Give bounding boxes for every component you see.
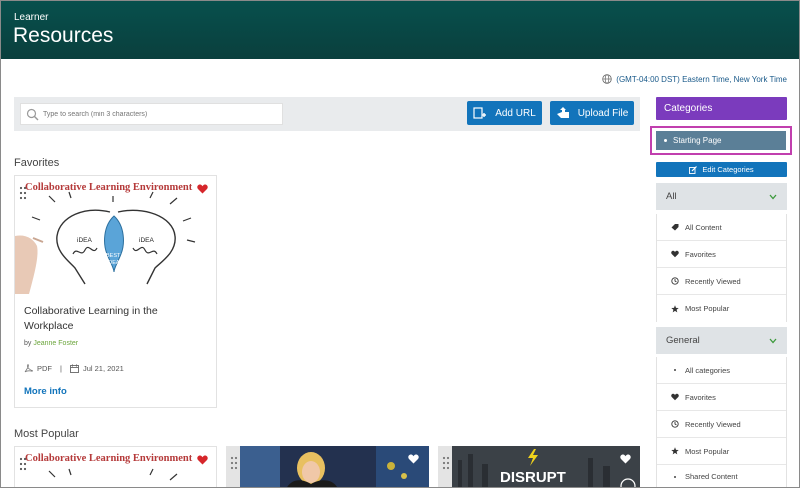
globe-icon bbox=[602, 74, 612, 84]
card-thumbnail[interactable]: Collaborative Learning Environment bbox=[15, 447, 217, 488]
bulb-left-label: iDEA bbox=[77, 237, 92, 244]
group-all-header[interactable]: All bbox=[656, 183, 787, 210]
resource-card[interactable]: Collaborative Learning Environment iDEA bbox=[14, 175, 217, 408]
group-general-header[interactable]: General bbox=[656, 327, 787, 354]
timezone-label: (GMT-04:00 DST) Eastern Time, New York T… bbox=[616, 74, 787, 84]
sidebar-item-favorites[interactable]: Favorites bbox=[657, 241, 786, 268]
drag-handle-icon[interactable] bbox=[19, 186, 27, 200]
search-box[interactable] bbox=[20, 103, 283, 125]
sidebar-item-all-categories[interactable]: All categories bbox=[657, 357, 786, 384]
starting-page-label: Starting Page bbox=[673, 136, 722, 145]
drag-handle-icon[interactable] bbox=[230, 456, 238, 470]
edit-categories-label: Edit Categories bbox=[702, 165, 754, 174]
history-icon bbox=[671, 420, 679, 428]
author-link[interactable]: Jeanne Foster bbox=[33, 340, 78, 347]
add-url-button[interactable]: Add URL bbox=[467, 101, 542, 125]
page-title: Resources bbox=[13, 24, 114, 47]
group-general-label: General bbox=[666, 335, 700, 346]
bullet-icon bbox=[664, 139, 667, 142]
sidebar-item-most-popular[interactable]: Most Popular bbox=[657, 438, 786, 465]
sidebar-item-label: Favorites bbox=[685, 249, 716, 259]
sidebar-item-label: Most Popular bbox=[685, 304, 730, 313]
card-thumbnail[interactable] bbox=[226, 446, 429, 488]
app-window: Learner Resources (GMT-04:00 DST) Easter… bbox=[0, 0, 800, 488]
pdf-icon bbox=[24, 364, 33, 373]
starting-page-item[interactable]: Starting Page bbox=[656, 131, 786, 150]
resource-card[interactable]: DISRUPT bbox=[438, 446, 640, 488]
sidebar-item-label: Favorites bbox=[685, 392, 716, 402]
bulb-right-label: iDEA bbox=[139, 237, 154, 244]
chevron-down-icon bbox=[769, 338, 777, 343]
add-url-label: Add URL bbox=[495, 107, 536, 119]
thumb-caption: DISRUPT bbox=[500, 469, 566, 486]
drag-handle-icon[interactable] bbox=[19, 457, 27, 471]
more-info-link[interactable]: More info bbox=[24, 386, 67, 397]
sidebar-item-all-content[interactable]: All Content bbox=[657, 214, 786, 241]
sidebar-item-label: All categories bbox=[685, 365, 731, 375]
sidebar-item-label: All Content bbox=[685, 222, 722, 232]
upload-icon bbox=[556, 107, 569, 118]
chevron-down-icon bbox=[769, 194, 777, 199]
timezone-selector[interactable]: (GMT-04:00 DST) Eastern Time, New York T… bbox=[602, 74, 787, 84]
history-icon bbox=[671, 277, 679, 285]
dot-icon bbox=[674, 475, 676, 478]
search-input[interactable] bbox=[43, 110, 263, 118]
sidebar-item-recently-viewed[interactable]: Recently Viewed bbox=[657, 268, 786, 295]
group-all-label: All bbox=[666, 191, 677, 202]
sidebar-item-label: Recently Viewed bbox=[685, 276, 741, 286]
heart-icon bbox=[671, 250, 679, 258]
favorite-heart-icon[interactable] bbox=[197, 184, 208, 194]
sidebar-item-label: Shared Content bbox=[685, 472, 738, 481]
starting-page-highlight: Starting Page bbox=[650, 126, 792, 155]
sidebar-item-favorites[interactable]: Favorites bbox=[657, 384, 786, 411]
star-icon bbox=[671, 447, 679, 455]
card-thumbnail[interactable]: Collaborative Learning Environment iDEA bbox=[15, 176, 216, 294]
calendar-icon bbox=[70, 364, 79, 373]
card-thumbnail[interactable]: DISRUPT bbox=[438, 446, 640, 488]
bulb-center-label-2: iDEA bbox=[107, 260, 120, 266]
idea-bulbs-image: Collaborative Learning Environment iDEA bbox=[15, 176, 216, 294]
bulb-center-label-1: BEST bbox=[106, 253, 121, 259]
edit-categories-button[interactable]: Edit Categories bbox=[656, 162, 787, 177]
author-prefix: by bbox=[24, 340, 32, 347]
card-author-line: by Jeanne Foster bbox=[24, 340, 78, 347]
search-icon bbox=[26, 108, 39, 120]
favorite-heart-icon[interactable] bbox=[197, 455, 208, 465]
sidebar-item-label: Recently Viewed bbox=[685, 419, 741, 429]
favorite-heart-icon[interactable] bbox=[408, 454, 419, 464]
resource-card[interactable]: Collaborative Learning Environment bbox=[14, 446, 217, 488]
upload-file-label: Upload File bbox=[577, 107, 629, 119]
card-title[interactable]: Collaborative Learning in the Workplace bbox=[24, 304, 204, 334]
dot-icon bbox=[674, 369, 676, 371]
header-subtitle: Learner bbox=[14, 12, 49, 23]
heart-icon bbox=[671, 393, 679, 401]
meta-separator: | bbox=[60, 364, 62, 373]
sidebar-item-most-popular[interactable]: Most Popular bbox=[657, 295, 786, 322]
thumb-caption: Collaborative Learning Environment bbox=[25, 182, 193, 193]
star-icon bbox=[671, 304, 679, 312]
thumb-caption: Collaborative Learning Environment bbox=[25, 453, 193, 464]
file-type: PDF bbox=[37, 364, 52, 373]
most-popular-heading: Most Popular bbox=[14, 428, 79, 440]
sidebar-item-shared-content[interactable]: Shared Content bbox=[657, 465, 786, 487]
drag-handle-icon[interactable] bbox=[442, 456, 450, 470]
card-meta: PDF | Jul 21, 2021 bbox=[24, 364, 124, 373]
favorites-heading: Favorites bbox=[14, 157, 60, 169]
search-toolbar: Add URL Upload File bbox=[14, 97, 640, 131]
tag-icon bbox=[671, 224, 679, 231]
sidebar-item-label: Most Popular bbox=[685, 446, 730, 456]
resource-card[interactable] bbox=[226, 446, 429, 488]
sidebar-item-recently-viewed[interactable]: Recently Viewed bbox=[657, 411, 786, 438]
categories-header: Categories bbox=[656, 97, 787, 120]
add-link-icon bbox=[473, 107, 487, 119]
favorite-heart-icon[interactable] bbox=[620, 454, 631, 464]
card-date: Jul 21, 2021 bbox=[82, 364, 124, 373]
edit-icon bbox=[689, 165, 698, 174]
upload-file-button[interactable]: Upload File bbox=[550, 101, 634, 125]
page-header: Learner Resources bbox=[1, 1, 799, 59]
